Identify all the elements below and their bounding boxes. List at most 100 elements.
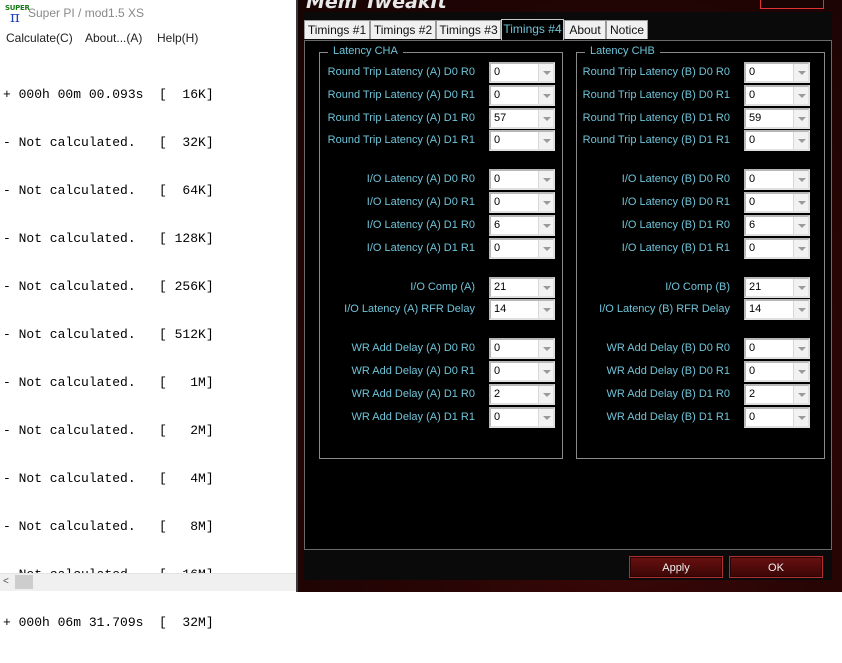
combobox-value: 57	[494, 112, 507, 124]
chevron-down-icon[interactable]	[793, 279, 808, 296]
timing-combobox[interactable]: 0	[744, 361, 810, 382]
chevron-down-icon[interactable]	[538, 110, 553, 127]
field-label: I/O Latency (A) D1 R0	[366, 219, 475, 231]
timing-combobox[interactable]: 59	[744, 108, 810, 129]
timing-combobox[interactable]: 0	[489, 238, 555, 259]
chevron-down-icon[interactable]	[793, 87, 808, 104]
chevron-down-icon[interactable]	[538, 386, 553, 403]
chevron-down-icon[interactable]	[538, 87, 553, 104]
chevron-down-icon[interactable]	[538, 340, 553, 357]
timing-combobox[interactable]: 0	[744, 407, 810, 428]
chevron-down-icon[interactable]	[793, 240, 808, 257]
chevron-down-icon[interactable]	[793, 409, 808, 426]
timing-combobox[interactable]: 2	[744, 384, 810, 405]
chevron-down-icon[interactable]	[538, 171, 553, 188]
menu-about[interactable]: About...(A)	[85, 31, 142, 45]
tab-about[interactable]: About	[564, 20, 606, 39]
output-line: - Not calculated. [ 1M]	[3, 375, 214, 390]
chevron-down-icon[interactable]	[538, 409, 553, 426]
field-label: Round Trip Latency (B) D1 R0	[582, 112, 730, 124]
field-label: I/O Latency (B) D0 R1	[621, 196, 730, 208]
field-label: WR Add Delay (A) D0 R0	[351, 342, 475, 354]
chevron-down-icon[interactable]	[538, 64, 553, 81]
chevron-down-icon[interactable]	[793, 171, 808, 188]
timing-combobox[interactable]: 2	[489, 384, 555, 405]
combobox-value: 0	[749, 365, 756, 377]
chevron-down-icon[interactable]	[793, 301, 808, 318]
scroll-left-icon[interactable]: <	[3, 576, 9, 587]
tab-timings-3[interactable]: Timings #3	[436, 20, 501, 39]
combobox-value: 0	[494, 89, 501, 101]
scrollbar-thumb[interactable]	[15, 575, 33, 589]
tab-notice[interactable]: Notice	[606, 20, 648, 39]
field-label: Round Trip Latency (A) D1 R0	[327, 112, 475, 124]
apply-button[interactable]: Apply	[629, 556, 723, 578]
ok-button[interactable]: OK	[729, 556, 823, 578]
menu-help[interactable]: Help(H)	[157, 31, 198, 45]
field-label: I/O Latency (B) RFR Delay	[599, 303, 730, 315]
timing-combobox[interactable]: 0	[744, 85, 810, 106]
horizontal-scrollbar[interactable]: <	[0, 573, 298, 591]
field-label: I/O Latency (A) D0 R0	[366, 173, 475, 185]
timing-combobox[interactable]: 0	[744, 130, 810, 151]
timing-combobox[interactable]: 0	[744, 238, 810, 259]
timing-combobox[interactable]: 0	[489, 169, 555, 190]
output-line: - Not calculated. [ 256K]	[3, 279, 214, 294]
chevron-down-icon[interactable]	[538, 363, 553, 380]
field-label: WR Add Delay (A) D1 R1	[351, 411, 475, 423]
timing-combobox[interactable]: 0	[489, 192, 555, 213]
chevron-down-icon[interactable]	[793, 340, 808, 357]
timing-combobox[interactable]: 14	[489, 299, 555, 320]
timing-combobox[interactable]: 0	[744, 62, 810, 83]
timing-combobox[interactable]: 6	[489, 215, 555, 236]
combobox-value: 2	[749, 388, 756, 400]
combobox-value: 0	[749, 196, 756, 208]
field-label: I/O Latency (A) D1 R1	[366, 242, 475, 254]
combobox-value: 0	[494, 196, 501, 208]
output-line: + 000h 06m 31.709s [ 32M]	[3, 615, 214, 630]
timing-combobox[interactable]: 0	[744, 338, 810, 359]
timing-combobox[interactable]: 0	[489, 407, 555, 428]
timing-combobox[interactable]: 0	[489, 338, 555, 359]
timing-combobox[interactable]: 57	[489, 108, 555, 129]
chevron-down-icon[interactable]	[793, 194, 808, 211]
chevron-down-icon[interactable]	[793, 363, 808, 380]
chevron-down-icon[interactable]	[538, 240, 553, 257]
timing-combobox[interactable]: 6	[744, 215, 810, 236]
timing-combobox[interactable]: 0	[489, 62, 555, 83]
field-label: WR Add Delay (B) D1 R0	[606, 388, 730, 400]
output-line: - Not calculated. [ 128K]	[3, 231, 214, 246]
chevron-down-icon[interactable]	[538, 279, 553, 296]
field-label: Round Trip Latency (A) D1 R1	[327, 134, 475, 146]
chevron-down-icon[interactable]	[793, 386, 808, 403]
timing-combobox[interactable]: 21	[489, 277, 555, 298]
combobox-value: 0	[749, 411, 756, 423]
chevron-down-icon[interactable]	[793, 217, 808, 234]
combobox-value: 0	[494, 365, 501, 377]
chevron-down-icon[interactable]	[793, 110, 808, 127]
combobox-value: 2	[494, 388, 501, 400]
timing-combobox[interactable]: 21	[744, 277, 810, 298]
chevron-down-icon[interactable]	[793, 64, 808, 81]
timing-combobox[interactable]: 14	[744, 299, 810, 320]
timing-combobox[interactable]: 0	[744, 192, 810, 213]
tab-timings-4[interactable]: Timings #4	[501, 19, 564, 40]
combobox-value: 0	[494, 66, 501, 78]
tab-timings-2[interactable]: Timings #2	[370, 20, 436, 39]
combobox-value: 14	[749, 303, 762, 315]
chevron-down-icon[interactable]	[793, 132, 808, 149]
chevron-down-icon[interactable]	[538, 217, 553, 234]
timing-combobox[interactable]: 0	[489, 361, 555, 382]
timing-combobox[interactable]: 0	[744, 169, 810, 190]
window-control-buttons[interactable]	[760, 0, 824, 9]
tab-timings-1[interactable]: Timings #1	[304, 20, 370, 39]
timing-combobox[interactable]: 0	[489, 85, 555, 106]
chevron-down-icon[interactable]	[538, 132, 553, 149]
chevron-down-icon[interactable]	[538, 301, 553, 318]
menu-calculate[interactable]: Calculate(C)	[6, 31, 73, 45]
field-label: WR Add Delay (B) D0 R1	[606, 365, 730, 377]
superpi-title: Super PI / mod1.5 XS	[28, 6, 145, 20]
timing-combobox[interactable]: 0	[489, 130, 555, 151]
field-label: WR Add Delay (A) D0 R1	[351, 365, 475, 377]
chevron-down-icon[interactable]	[538, 194, 553, 211]
